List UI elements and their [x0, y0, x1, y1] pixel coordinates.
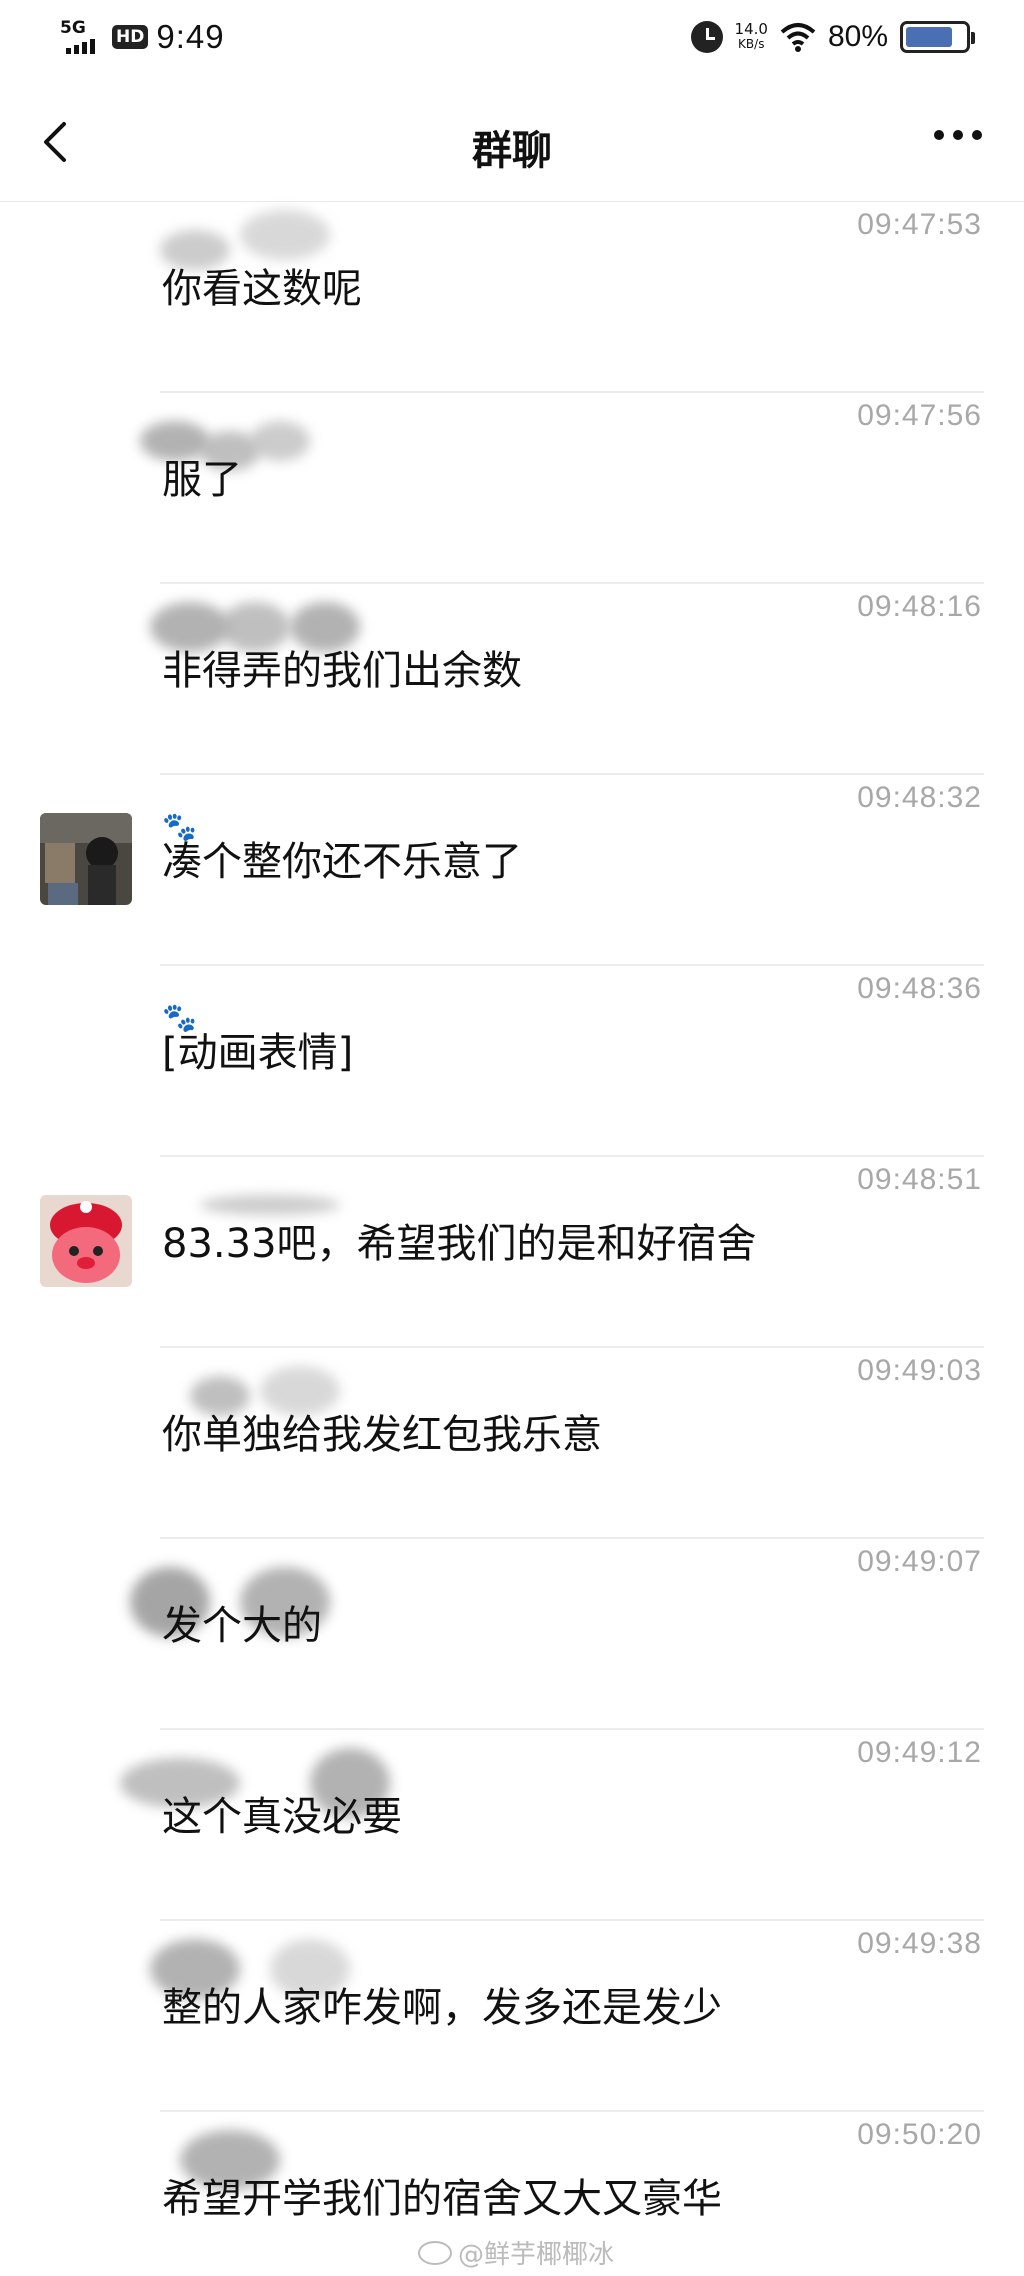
message-time: 09:48:32 — [857, 781, 982, 814]
message-time: 09:47:53 — [857, 208, 982, 241]
message-time: 09:48:36 — [857, 972, 982, 1005]
message-time: 09:49:12 — [857, 1736, 982, 1769]
network-speed: 14.0 KB/s — [735, 22, 768, 52]
network-type: 5G — [60, 18, 86, 38]
message-row[interactable]: 09:49:07 发个大的 — [0, 1539, 1024, 1730]
sender-name-blurred — [140, 401, 390, 471]
sender-name-blurred — [160, 2120, 390, 2190]
message-row[interactable]: 09:49:12 这个真没必要 — [0, 1730, 1024, 1921]
message-row[interactable]: 09:47:56 服了 — [0, 393, 1024, 584]
message-text: [动画表情] — [162, 1030, 354, 1076]
sender-name-blurred — [150, 1929, 390, 1999]
weibo-icon — [418, 2240, 452, 2265]
watermark-text: @鲜芋椰椰冰 — [458, 2240, 615, 2270]
speed-value: 14.0 — [734, 20, 768, 38]
status-time: 9:49 — [156, 18, 225, 55]
message-time: 09:47:56 — [857, 399, 982, 432]
status-bar: 5G HD 9:49 14.0 KB/s 80% — [0, 0, 1024, 82]
nav-bar: 群聊 — [0, 82, 1024, 202]
message-time: 09:49:07 — [857, 1545, 982, 1578]
speed-unit: KB/s — [738, 37, 765, 51]
page-title: 群聊 — [472, 128, 552, 174]
message-row[interactable]: 🐾 09:48:32 凑个整你还不乐意了 — [0, 775, 1024, 966]
message-text: 整的人家咋发啊，发多还是发少 — [162, 1985, 722, 2031]
message-time: 09:48:16 — [857, 590, 982, 623]
battery-icon — [900, 21, 975, 53]
message-text: 非得弄的我们出余数 — [162, 648, 522, 694]
avatar[interactable] — [40, 813, 132, 905]
sender-name-blurred — [160, 210, 390, 270]
message-text: 希望开学我们的宿舍又大又豪华 — [162, 2176, 722, 2222]
cellular-signal-icon: 5G — [60, 19, 104, 55]
message-text: 你看这数呢 — [162, 266, 362, 312]
message-time: 09:48:51 — [857, 1163, 982, 1196]
sender-name-blurred — [160, 1165, 390, 1223]
message-text: 发个大的 — [162, 1603, 322, 1649]
message-text: 你单独给我发红包我乐意 — [162, 1412, 602, 1458]
message-row[interactable]: 09:48:16 非得弄的我们出余数 — [0, 584, 1024, 775]
sender-name-blurred — [150, 592, 390, 652]
message-text: 这个真没必要 — [162, 1794, 402, 1840]
message-text: 凑个整你还不乐意了 — [162, 839, 522, 885]
message-row[interactable]: 09:49:38 整的人家咋发啊，发多还是发少 — [0, 1921, 1024, 2112]
message-time: 09:49:38 — [857, 1927, 982, 1960]
message-text: 83.33吧，希望我们的是和好宿舍 — [162, 1221, 757, 1267]
alarm-icon — [690, 21, 723, 53]
message-time: 09:50:20 — [857, 2118, 982, 2151]
avatar[interactable] — [40, 1195, 132, 1287]
sender-name-blurred — [120, 1738, 390, 1818]
sender-name-blurred — [160, 1356, 390, 1416]
message-row[interactable]: 09:48:51 83.33吧，希望我们的是和好宿舍 — [0, 1157, 1024, 1348]
more-options-icon[interactable] — [934, 130, 982, 140]
wifi-icon — [780, 23, 816, 52]
sender-name-blurred — [130, 1547, 390, 1637]
message-time: 09:49:03 — [857, 1354, 982, 1387]
message-text: 服了 — [162, 457, 242, 503]
message-row[interactable]: 🐾 09:48:36 [动画表情] — [0, 966, 1024, 1157]
watermark: @鲜芋椰椰冰 — [418, 2234, 614, 2271]
message-row[interactable]: 09:47:53 你看这数呢 — [0, 202, 1024, 393]
message-list[interactable]: 09:47:53 你看这数呢 09:47:56 服了 09:48:16 非得弄的我们出余数… — [0, 202, 1024, 2276]
message-row[interactable]: 09:49:03 你单独给我发红包我乐意 — [0, 1348, 1024, 1539]
battery-percent: 80% — [827, 20, 888, 53]
hd-badge: HD — [112, 25, 149, 49]
